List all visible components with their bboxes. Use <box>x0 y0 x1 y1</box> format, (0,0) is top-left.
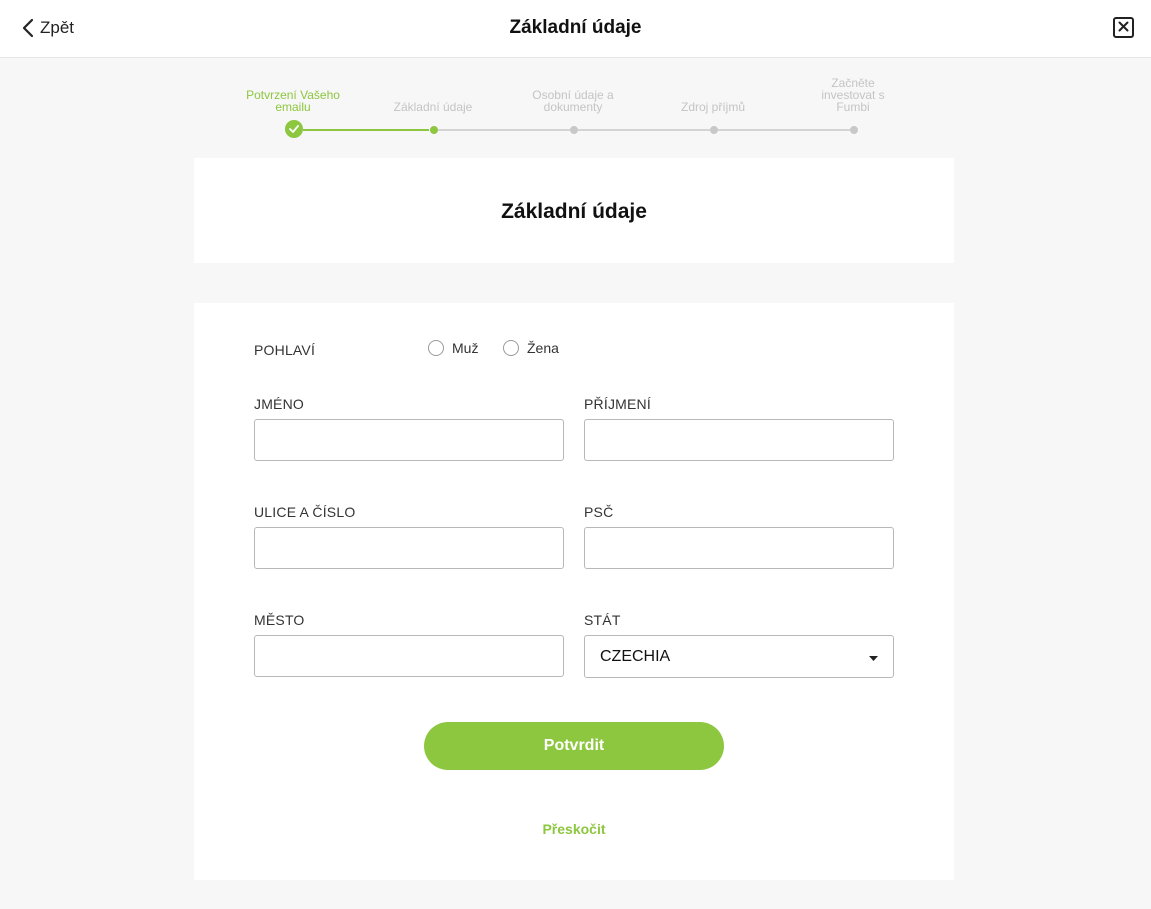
step-connector <box>718 129 850 131</box>
section-title: Základní údaje <box>501 200 647 223</box>
first-name-input[interactable] <box>254 419 564 461</box>
basic-info-form: POHLAVÍ Muž Žena JMÉNO PŘÍJMENÍ ULICE A … <box>194 303 954 880</box>
step-dot <box>850 126 858 134</box>
gender-female-label: Žena <box>527 340 559 356</box>
confirm-button[interactable]: Potvrdit <box>424 722 724 770</box>
city-label: MĚSTO <box>254 612 305 628</box>
top-bar: Zpět Základní údaje <box>0 0 1151 58</box>
city-input[interactable] <box>254 635 564 677</box>
page-title: Základní údaje <box>509 17 642 38</box>
radio-circle-icon <box>428 340 444 356</box>
step-label-personal: Osobní údaje a dokumenty <box>532 88 614 114</box>
gender-female-radio[interactable]: Žena <box>503 340 559 356</box>
step-dot <box>570 126 578 134</box>
country-select[interactable]: CZECHIA <box>584 635 894 678</box>
country-select-value: CZECHIA <box>600 647 671 665</box>
caret-down-icon <box>869 648 878 666</box>
gender-male-label: Muž <box>452 340 479 356</box>
close-icon <box>1118 19 1129 37</box>
step-connector <box>303 129 429 131</box>
step-label-invest: Začněte investovat s Fumbi <box>821 76 885 114</box>
step-done-check-icon <box>285 120 303 138</box>
section-title-card: Základní údaje <box>194 158 954 263</box>
step-label-email: Potvrzení Vašeho emailu <box>246 88 340 114</box>
step-label-basic: Základní údaje <box>393 100 473 114</box>
step-connector <box>578 129 710 131</box>
zip-label: PSČ <box>584 504 614 520</box>
last-name-label: PŘÍJMENÍ <box>584 396 651 412</box>
step-label-income: Zdroj příjmů <box>680 100 745 114</box>
country-label: STÁT <box>584 612 621 628</box>
last-name-input[interactable] <box>584 419 894 461</box>
radio-circle-icon <box>503 340 519 356</box>
zip-input[interactable] <box>584 527 894 569</box>
step-connector <box>438 129 570 131</box>
first-name-label: JMÉNO <box>254 396 304 412</box>
step-dot <box>710 126 718 134</box>
skip-link[interactable]: Přeskočit <box>194 821 954 837</box>
street-label: ULICE A ČÍSLO <box>254 504 356 520</box>
gender-label: POHLAVÍ <box>254 342 316 358</box>
progress-stepper: Potvrzení Vašeho emailu Základní údaje O… <box>0 58 1151 158</box>
gender-male-radio[interactable]: Muž <box>428 340 478 356</box>
step-dot-active <box>430 126 438 134</box>
close-button[interactable] <box>1113 17 1134 38</box>
street-input[interactable] <box>254 527 564 569</box>
